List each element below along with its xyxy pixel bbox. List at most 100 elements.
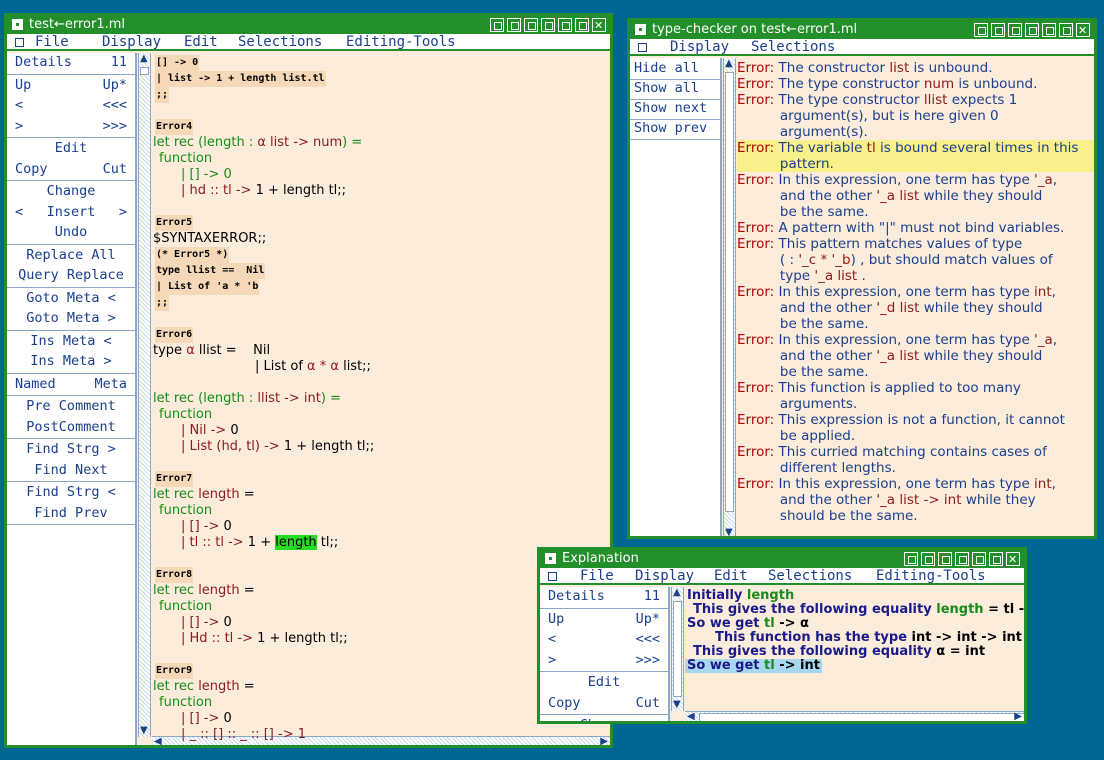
scroll-up-icon[interactable]: ▲	[140, 54, 148, 64]
menu-file[interactable]: File	[35, 34, 69, 51]
meta-button[interactable]: Meta	[94, 376, 127, 392]
explanation-vertical-scrollbar[interactable]: ▲ ▼	[671, 587, 684, 711]
11-button[interactable]: 11	[111, 54, 127, 70]
show-all-button[interactable]: Show all	[634, 80, 699, 96]
error-message[interactable]: Error: The constructor list is unbound.	[737, 60, 1094, 76]
hide-all-button[interactable]: Hide all	[634, 60, 699, 76]
up-button[interactable]: Up*	[103, 77, 127, 93]
shrink-icon[interactable]	[904, 552, 918, 566]
explanation-text[interactable]: Initially length This gives the followin…	[685, 587, 1024, 710]
checker-vertical-scrollbar[interactable]: ▲ ▼	[723, 58, 736, 537]
cut-button[interactable]: Cut	[636, 695, 660, 711]
maximize-icon[interactable]	[972, 552, 986, 566]
tile-icon[interactable]	[938, 552, 952, 566]
-button[interactable]: <<<	[103, 97, 127, 113]
query-replace-button[interactable]: Query Replace	[7, 267, 135, 283]
error-message[interactable]: Error: In this expression, one term has …	[737, 476, 1094, 524]
show-prev-button[interactable]: Show prev	[634, 120, 707, 136]
menu-box-icon[interactable]	[15, 38, 24, 47]
split-icon[interactable]	[991, 23, 1005, 37]
resize-icon[interactable]	[575, 18, 589, 32]
scroll-thumb[interactable]	[673, 601, 682, 697]
goto-meta-button[interactable]: Goto Meta <	[7, 290, 135, 306]
error-message[interactable]: Error: In this expression, one term has …	[737, 332, 1094, 380]
scroll-left-icon[interactable]: ◀	[687, 712, 695, 722]
up-button[interactable]: Up*	[636, 611, 660, 627]
-button[interactable]: >>>	[103, 118, 127, 134]
checker-titlebar[interactable]: type-checker on test←error1.ml	[630, 21, 1094, 39]
-button[interactable]: >	[119, 204, 127, 220]
-button[interactable]: >>>	[636, 652, 660, 668]
menu-display[interactable]: Display	[635, 568, 694, 585]
error-message[interactable]: Error: This pattern matches values of ty…	[737, 236, 1094, 284]
menu-display[interactable]: Display	[102, 34, 161, 51]
scroll-thumb[interactable]	[699, 713, 1024, 721]
scroll-down-icon[interactable]: ▼	[673, 700, 681, 710]
named-button[interactable]: Named	[15, 376, 56, 392]
scroll-thumb[interactable]	[140, 67, 149, 75]
error-message[interactable]: Error: A pattern with "|" must not bind …	[737, 220, 1094, 236]
postcomment-button[interactable]: PostComment	[7, 419, 135, 435]
copy-button[interactable]: Copy	[548, 695, 581, 711]
scroll-left-icon[interactable]: ◀	[154, 737, 162, 746]
details-button[interactable]: Details	[548, 588, 605, 604]
error-message[interactable]: Error: The type constructor llist expect…	[737, 92, 1094, 140]
-button[interactable]: <<<	[636, 631, 660, 647]
undo-button[interactable]: Undo	[7, 224, 135, 240]
window-menu-icon[interactable]	[12, 19, 23, 30]
error-message[interactable]: Error: This curried matching contains ca…	[737, 444, 1094, 476]
-button[interactable]: >	[548, 652, 556, 668]
editor-vertical-scrollbar[interactable]: ▲ ▼	[138, 53, 151, 737]
replace-all-button[interactable]: Replace All	[7, 247, 135, 263]
menu-box-icon[interactable]	[638, 43, 647, 52]
menu-edit[interactable]: Edit	[184, 34, 218, 51]
edit-button[interactable]: Edit	[7, 140, 135, 156]
error-message[interactable]: Error: This function is applied to too m…	[737, 380, 1094, 412]
explanation-titlebar[interactable]: Explanation	[540, 550, 1024, 568]
close-icon[interactable]	[592, 17, 606, 32]
scroll-down-icon[interactable]: ▼	[140, 726, 148, 736]
iconify-icon[interactable]	[1025, 23, 1039, 37]
menu-display[interactable]: Display	[670, 39, 729, 56]
menu-selections[interactable]: Selections	[751, 39, 835, 56]
shrink-icon[interactable]	[974, 23, 988, 37]
change-button[interactable]: Change	[7, 183, 135, 199]
goto-meta-button[interactable]: Goto Meta >	[7, 310, 135, 326]
up-button[interactable]: Up	[548, 611, 564, 627]
details-button[interactable]: Details	[15, 54, 72, 70]
up-button[interactable]: Up	[15, 77, 31, 93]
menu-box-icon[interactable]	[548, 572, 557, 581]
find-strg-button[interactable]: Find Strg <	[7, 484, 135, 500]
tile-icon[interactable]	[524, 18, 538, 32]
error-message[interactable]: Error: In this expression, one term has …	[737, 284, 1094, 332]
error-message[interactable]: Error: The variable tl is bound several …	[737, 140, 1094, 172]
error-message[interactable]: Error: In this expression, one term has …	[737, 172, 1094, 220]
pre-comment-button[interactable]: Pre Comment	[7, 398, 135, 414]
find-strg-button[interactable]: Find Strg >	[7, 441, 135, 457]
change-button[interactable]: Change	[540, 717, 668, 721]
-button[interactable]: <	[15, 97, 23, 113]
find-prev-button[interactable]: Find Prev	[7, 505, 135, 521]
menu-selections[interactable]: Selections	[238, 34, 322, 51]
maximize-icon[interactable]	[558, 18, 572, 32]
split-icon[interactable]	[921, 552, 935, 566]
iconify-icon[interactable]	[541, 18, 555, 32]
resize-icon[interactable]	[1059, 23, 1073, 37]
scroll-thumb[interactable]	[725, 72, 734, 512]
cut-button[interactable]: Cut	[103, 161, 127, 177]
editor-titlebar[interactable]: test←error1.ml	[7, 16, 610, 34]
copy-button[interactable]: Copy	[15, 161, 48, 177]
window-menu-icon[interactable]	[545, 553, 556, 564]
maximize-icon[interactable]	[1042, 23, 1056, 37]
-button[interactable]: >	[15, 118, 23, 134]
shrink-icon[interactable]	[490, 18, 504, 32]
insert-button[interactable]: Insert	[7, 204, 135, 220]
error-list[interactable]: Error: The constructor list is unbound. E…	[737, 58, 1094, 536]
show-next-button[interactable]: Show next	[634, 100, 707, 116]
scroll-right-icon[interactable]: ▶	[1014, 712, 1022, 722]
menu-edit[interactable]: Edit	[714, 568, 748, 585]
error-message[interactable]: Error: The type constructor num is unbou…	[737, 76, 1094, 92]
menu-file[interactable]: File	[580, 568, 614, 585]
close-icon[interactable]	[1076, 22, 1090, 37]
scroll-down-icon[interactable]: ▼	[725, 528, 733, 537]
